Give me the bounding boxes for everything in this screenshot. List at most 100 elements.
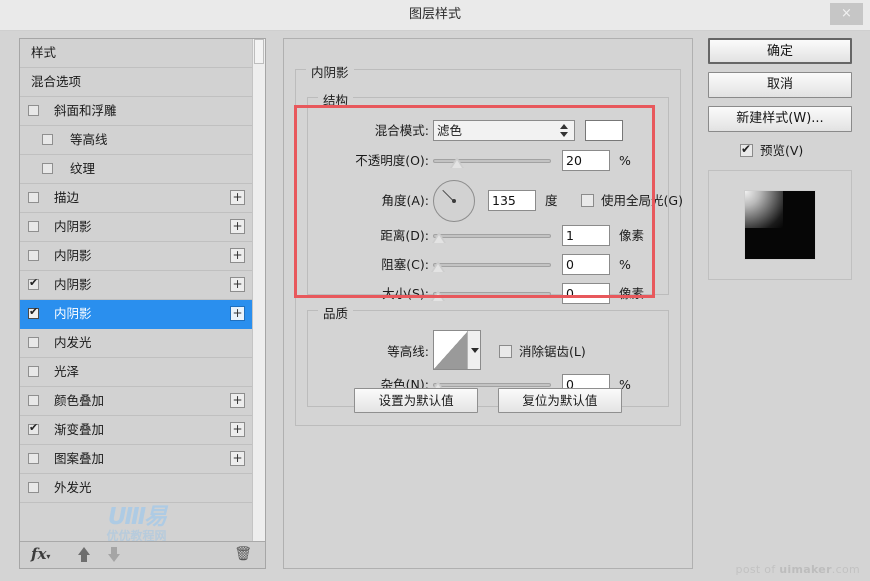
- style-list-item[interactable]: 等高线: [20, 126, 253, 155]
- row-choke: 阻塞(C): %: [308, 254, 668, 276]
- choke-input[interactable]: [562, 254, 610, 275]
- distance-input[interactable]: [562, 225, 610, 246]
- style-list-item[interactable]: 内阴影+: [20, 213, 253, 242]
- watermark: UIII易 优优教程网: [20, 506, 253, 541]
- style-enable-checkbox[interactable]: [42, 163, 53, 174]
- scrollbar-thumb[interactable]: [254, 39, 264, 64]
- preview-inner-shadow-glow: [745, 191, 783, 228]
- fx-caret-icon: ▾: [46, 551, 51, 561]
- angle-dial[interactable]: [433, 180, 475, 222]
- preview-thumbnail: [708, 170, 852, 280]
- reset-default-button[interactable]: 复位为默认值: [497, 388, 622, 413]
- styles-list[interactable]: 样式混合选项斜面和浮雕等高线纹理描边+内阴影+内阴影+内阴影+内阴影+内发光光泽…: [20, 39, 253, 541]
- style-list-item[interactable]: 纹理: [20, 155, 253, 184]
- style-list-item[interactable]: 颜色叠加 +: [20, 387, 253, 416]
- choke-slider[interactable]: [430, 254, 551, 275]
- new-style-button[interactable]: 新建样式(W)...: [708, 106, 852, 132]
- style-list-item[interactable]: 样式: [20, 39, 253, 68]
- use-global-light-checkbox[interactable]: [581, 194, 594, 207]
- shadow-color-swatch[interactable]: [585, 120, 623, 141]
- style-list-item-label: 样式: [31, 45, 57, 60]
- style-list-item[interactable]: 渐变叠加 +: [20, 416, 253, 445]
- style-list-item[interactable]: 描边 +: [20, 184, 253, 213]
- credit-site: uimaker: [779, 563, 832, 576]
- preview-checkbox[interactable]: [740, 141, 753, 157]
- move-down-icon[interactable]: [108, 547, 120, 562]
- style-list-item[interactable]: 外发光: [20, 474, 253, 503]
- set-default-button[interactable]: 设置为默认值: [354, 388, 479, 413]
- site-credit: post of uimaker.com: [736, 563, 860, 576]
- layer-style-dialog: 图层样式 × 样式混合选项斜面和浮雕等高线纹理描边+ 内阴影 + 内阴影 + 内阴影 + 内阴…: [0, 0, 870, 581]
- contour-preset-picker[interactable]: [433, 330, 481, 370]
- style-enable-checkbox[interactable]: [28, 395, 39, 406]
- size-slider[interactable]: [430, 283, 551, 304]
- inner-shadow-settings-panel: 内阴影 结构 混合模式: 滤色正常正片叠底叠加柔光: [283, 38, 693, 569]
- style-list-item[interactable]: 斜面和浮雕: [20, 97, 253, 126]
- row-contour: 等高线: 消除锯齿(L): [308, 330, 668, 370]
- choke-label: 阻塞(C):: [381, 257, 429, 272]
- row-angle: 角度(A): 度 使用全局光(G): [308, 180, 683, 222]
- style-list-item-label: 内发光: [54, 335, 92, 350]
- style-enable-checkbox[interactable]: [28, 105, 39, 116]
- style-list-item-label: 内阴影: [54, 248, 92, 263]
- style-list-item[interactable]: 图案叠加 +: [20, 445, 253, 474]
- preview-image: [744, 190, 816, 260]
- contour-label: 等高线:: [387, 344, 429, 359]
- style-enable-checkbox[interactable]: [28, 337, 39, 348]
- style-list-item[interactable]: 光泽: [20, 358, 253, 387]
- default-buttons-row: 设置为默认值 复位为默认值: [284, 388, 692, 413]
- style-enable-checkbox[interactable]: [28, 221, 39, 232]
- style-enable-checkbox[interactable]: [28, 305, 39, 319]
- style-list-item[interactable]: 内阴影+: [20, 300, 253, 329]
- angle-input[interactable]: [488, 190, 536, 211]
- fx-icon[interactable]: fx▾: [31, 545, 50, 563]
- row-size: 大小(S): 像素: [308, 283, 668, 305]
- cancel-button[interactable]: 取消: [708, 72, 852, 98]
- opacity-input[interactable]: [562, 150, 610, 171]
- style-enable-checkbox[interactable]: [28, 482, 39, 493]
- style-list-item[interactable]: 内发光: [20, 329, 253, 358]
- size-input[interactable]: [562, 283, 610, 304]
- watermark-logo: UIII易: [107, 504, 167, 530]
- style-enable-checkbox[interactable]: [28, 453, 39, 464]
- style-list-item[interactable]: 内阴影+: [20, 271, 253, 300]
- row-distance: 距离(D): 像素: [308, 225, 668, 247]
- group-structure-legend: 结构: [318, 90, 354, 109]
- trash-icon[interactable]: 🗑: [234, 546, 252, 562]
- add-effect-icon[interactable]: +: [230, 451, 245, 466]
- dialog-body: 样式混合选项斜面和浮雕等高线纹理描边+内阴影+内阴影+内阴影+内阴影+内发光光泽…: [0, 31, 870, 581]
- style-enable-checkbox[interactable]: [28, 276, 39, 290]
- distance-label: 距离(D):: [380, 228, 429, 243]
- style-list-item-label: 斜面和浮雕: [54, 103, 117, 118]
- angle-label: 角度(A):: [381, 193, 429, 208]
- style-list-item-label: 渐变叠加: [54, 422, 105, 437]
- add-effect-icon[interactable]: +: [230, 422, 245, 437]
- style-enable-checkbox[interactable]: [28, 250, 39, 261]
- row-opacity: 不透明度(O): %: [308, 150, 668, 172]
- preview-label: 预览(V): [760, 143, 804, 158]
- blend-mode-select[interactable]: 滤色正常正片叠底叠加柔光: [433, 120, 575, 141]
- group-quality-legend: 品质: [318, 303, 354, 322]
- style-enable-checkbox[interactable]: [28, 192, 39, 203]
- opacity-unit: %: [619, 153, 631, 168]
- close-icon[interactable]: ×: [830, 3, 863, 25]
- opacity-label: 不透明度(O):: [355, 153, 429, 168]
- antialias-checkbox[interactable]: [499, 345, 512, 358]
- ok-button[interactable]: 确定: [708, 38, 852, 64]
- opacity-slider[interactable]: [433, 150, 551, 171]
- group-inner-shadow: 内阴影 结构 混合模式: 滤色正常正片叠底叠加柔光: [295, 62, 683, 426]
- fx-label: fx: [31, 545, 47, 563]
- add-effect-icon[interactable]: +: [230, 306, 245, 321]
- watermark-text: 优优教程网: [106, 529, 167, 541]
- move-up-icon[interactable]: [78, 547, 90, 562]
- style-list-item-label: 内阴影: [54, 277, 92, 292]
- style-enable-checkbox[interactable]: [28, 366, 39, 377]
- style-enable-checkbox[interactable]: [42, 134, 53, 145]
- chevron-down-icon[interactable]: [467, 331, 480, 369]
- distance-slider[interactable]: [431, 225, 551, 246]
- style-list-item[interactable]: 内阴影+: [20, 242, 253, 271]
- angle-unit: 度: [545, 193, 558, 208]
- style-list-item[interactable]: 混合选项: [20, 68, 253, 97]
- group-structure: 结构 混合模式: 滤色正常正片叠底叠加柔光 不透明度(O):: [307, 90, 683, 304]
- style-enable-checkbox[interactable]: [28, 421, 39, 435]
